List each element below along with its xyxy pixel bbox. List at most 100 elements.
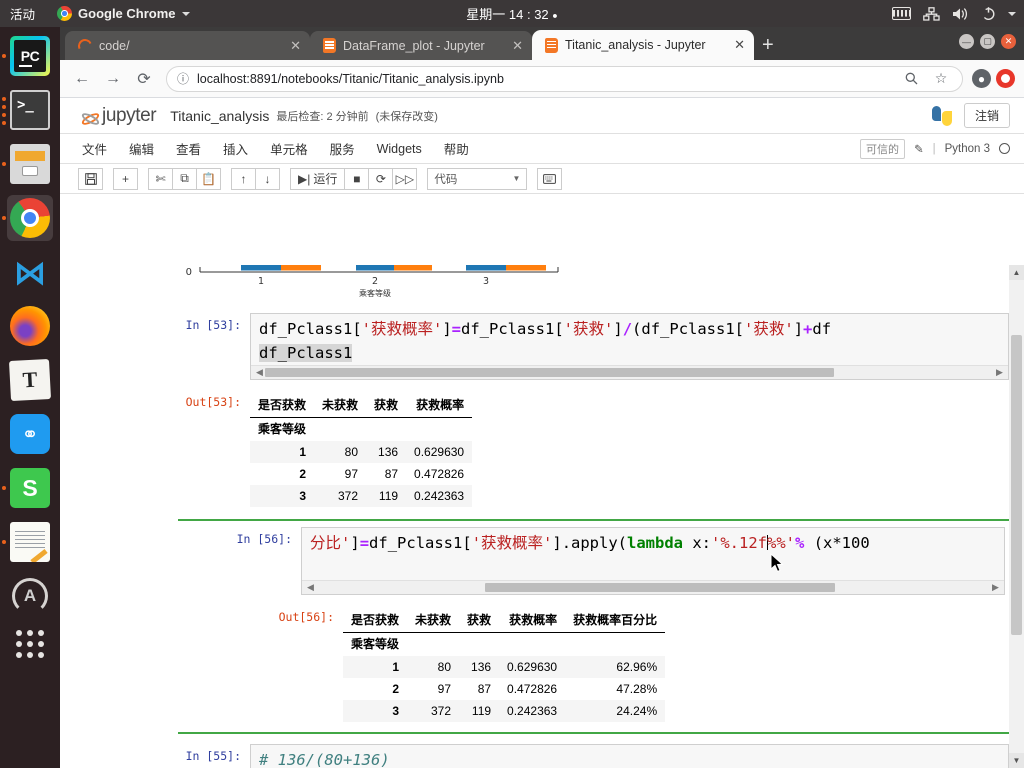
ubuntu-top-bar: 活动 Google Chrome 星期一 14 : 32 ●: [0, 0, 1024, 27]
menu-item-cell[interactable]: 单元格: [270, 139, 308, 158]
launcher-item-sogou[interactable]: ⚭: [7, 411, 53, 457]
scroll-down-icon[interactable]: ▼: [1009, 753, 1024, 768]
scroll-up-icon[interactable]: ▲: [1009, 265, 1024, 280]
notebook-title[interactable]: Titanic_analysis: [170, 108, 269, 124]
launcher-item-chrome[interactable]: [2, 195, 53, 241]
scroll-thumb[interactable]: [484, 583, 835, 593]
cell-value: 87: [477, 682, 492, 697]
menubar-right: 可信的 ✎ | Python 3: [859, 138, 1024, 159]
active-app-menu[interactable]: Google Chrome: [57, 6, 190, 21]
star-icon[interactable]: ☆: [930, 68, 952, 90]
save-icon[interactable]: [78, 167, 103, 190]
restart-kernel-button[interactable]: ⟳: [368, 167, 394, 190]
new-tab-button[interactable]: +: [762, 34, 774, 57]
minimize-button[interactable]: —: [959, 34, 974, 49]
scroll-left-icon[interactable]: ◀: [305, 582, 316, 593]
keyboard-icon[interactable]: [892, 7, 911, 20]
code-string: '%.12f: [711, 534, 768, 553]
cell-hscrollbar-56[interactable]: ◀ ▶: [302, 580, 1004, 595]
menu-item-insert[interactable]: 插入: [223, 139, 248, 158]
cell-input-55[interactable]: # 136/(80+136): [250, 744, 1009, 768]
code-cell-53[interactable]: In [53]: df_Pclass1['获救概率']=df_Pclass1['…: [178, 313, 1009, 381]
menu-item-widgets[interactable]: Widgets: [377, 142, 422, 156]
tab-close-icon[interactable]: ✕: [734, 37, 745, 53]
scroll-track[interactable]: [265, 368, 994, 378]
menu-item-view[interactable]: 查看: [176, 139, 201, 158]
menu-item-kernel[interactable]: 服务: [330, 139, 355, 158]
menu-item-edit[interactable]: 编辑: [129, 139, 154, 158]
profile-avatar-icon[interactable]: ●: [972, 69, 991, 88]
copy-icon[interactable]: ⧉: [172, 167, 197, 190]
maximize-button[interactable]: ▢: [980, 34, 995, 49]
insert-cell-button[interactable]: +: [113, 167, 138, 190]
jupyter-logo[interactable]: jupyter: [80, 105, 157, 127]
address-bar[interactable]: ⓘ localhost:8891/notebooks/Titanic/Titan…: [166, 65, 963, 92]
clock-text: 星期一 14 : 32: [466, 7, 549, 22]
scroll-right-icon[interactable]: ▶: [994, 367, 1005, 378]
cell-hscrollbar-53[interactable]: ◀ ▶: [251, 365, 1008, 380]
page-vscrollbar[interactable]: ▲ ▼: [1009, 265, 1024, 768]
activities-button[interactable]: 活动: [10, 4, 35, 23]
launcher-item-archive-manager[interactable]: A: [7, 573, 53, 619]
move-cell-down-button[interactable]: ↓: [255, 167, 280, 190]
forward-button[interactable]: →: [100, 66, 126, 92]
kernel-status-icon[interactable]: [999, 143, 1010, 154]
cell-value: 87: [384, 467, 399, 482]
volume-icon[interactable]: [952, 7, 969, 21]
system-menu-chevron-icon[interactable]: [1008, 11, 1016, 16]
cell-type-select[interactable]: 代码 ▼: [427, 167, 528, 190]
row-index: 3: [392, 704, 400, 719]
launcher-item-terminal[interactable]: >_: [2, 87, 53, 133]
browser-tab-titanic-analysis[interactable]: Titanic_analysis - Jupyter ✕: [532, 30, 754, 60]
code-token: ]: [442, 320, 452, 338]
back-button[interactable]: ←: [69, 66, 95, 92]
launcher-item-firefox[interactable]: [7, 303, 53, 349]
paste-icon[interactable]: 📋: [196, 167, 221, 190]
scroll-left-icon[interactable]: ◀: [254, 367, 265, 378]
launcher-item-files[interactable]: [2, 141, 53, 187]
launcher-item-notes[interactable]: [2, 519, 53, 565]
power-icon[interactable]: [981, 6, 996, 21]
site-info-icon[interactable]: ⓘ: [177, 70, 189, 87]
browser-tab-dataframe-plot[interactable]: DataFrame_plot - Jupyter ✕: [310, 31, 532, 60]
notebook-body[interactable]: 0 1 2 3 乘客等级 In [53]: df_Pclass1['获救概率']…: [178, 265, 1009, 768]
scroll-track[interactable]: [316, 583, 990, 593]
launcher-item-shadowsocks[interactable]: S: [2, 465, 53, 511]
network-icon[interactable]: [923, 6, 940, 21]
search-icon[interactable]: [900, 68, 922, 90]
scroll-right-icon[interactable]: ▶: [990, 582, 1001, 593]
launcher-item-vscode[interactable]: ⋈: [7, 249, 53, 295]
tab-close-icon[interactable]: ✕: [512, 38, 523, 54]
restart-run-all-button[interactable]: ▷▷: [392, 167, 418, 190]
scroll-thumb[interactable]: [265, 368, 834, 378]
table-row: 2 97 87 0.472826: [250, 463, 472, 485]
extension-icon[interactable]: [996, 69, 1015, 88]
code-cell-55[interactable]: In [55]: # 136/(80+136): [178, 744, 1009, 768]
scroll-thumb[interactable]: [1011, 335, 1022, 635]
run-button[interactable]: ▶| 运行: [290, 167, 346, 190]
toolbar-group-move: ↑ ↓: [231, 167, 280, 190]
scissors-icon[interactable]: ✄: [148, 167, 173, 190]
col-header-3: 获救概率: [406, 392, 473, 419]
cell-input-56[interactable]: 分比']=df_Pclass1['获救概率'].apply(lambda x:'…: [301, 527, 1005, 596]
move-cell-up-button[interactable]: ↑: [231, 167, 256, 190]
tab-close-icon[interactable]: ✕: [290, 38, 301, 54]
cell-input-53[interactable]: df_Pclass1['获救概率']=df_Pclass1['获救']/(df_…: [250, 313, 1009, 381]
launcher-item-typora[interactable]: T: [7, 357, 53, 403]
table-header-row: 是否获救 未获救 获救 获救概率 获救概率百分比: [343, 607, 666, 634]
launcher-item-pycharm[interactable]: PC: [2, 33, 53, 79]
pencil-icon[interactable]: ✎: [914, 142, 924, 156]
menu-item-file[interactable]: 文件: [82, 139, 107, 158]
command-palette-icon[interactable]: [537, 167, 563, 190]
code-cell-56-selected[interactable]: In [56]: 分比']=df_Pclass1['获救概率'].apply(l…: [178, 519, 1009, 735]
close-button[interactable]: ✕: [1001, 34, 1016, 49]
cell-value: 24.24%: [616, 704, 658, 719]
menu-item-help[interactable]: 帮助: [444, 139, 469, 158]
browser-tab-code[interactable]: code/ ✕: [65, 31, 310, 60]
interrupt-kernel-button[interactable]: ■: [344, 167, 370, 190]
run-icon: ▶|: [298, 171, 311, 186]
logout-button[interactable]: 注销: [963, 103, 1010, 128]
code-operator: =: [451, 320, 462, 338]
reload-button[interactable]: ⟳: [131, 66, 157, 92]
launcher-item-show-applications[interactable]: [7, 627, 53, 673]
